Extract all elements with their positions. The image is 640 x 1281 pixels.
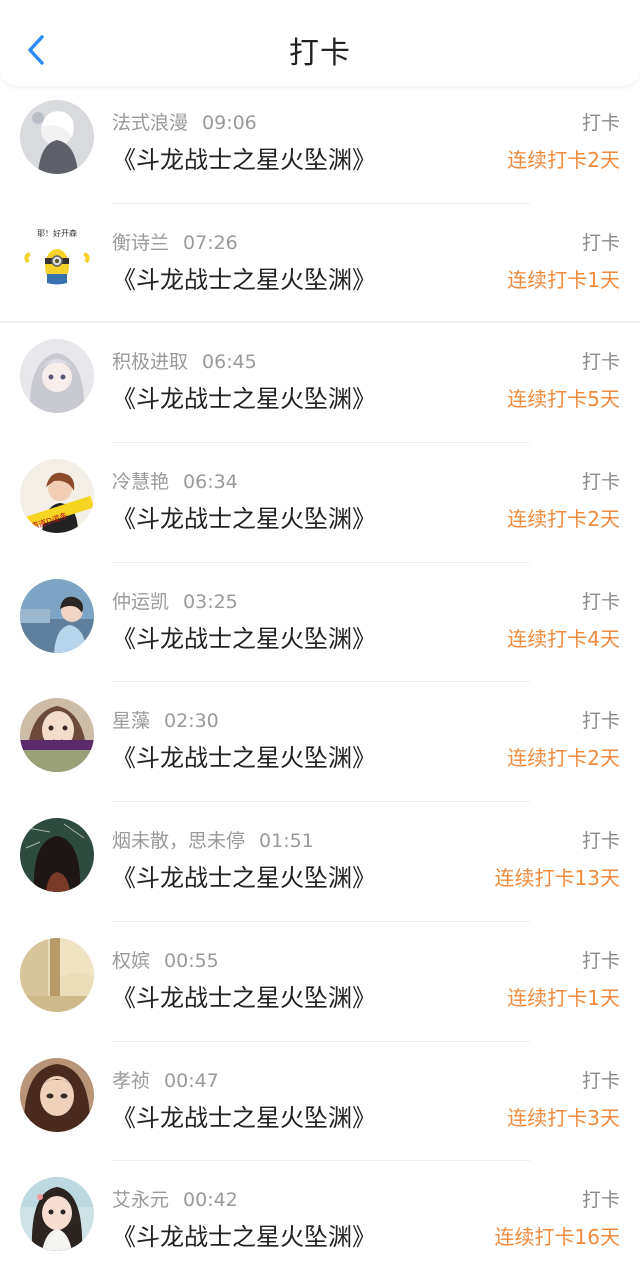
checkin-button[interactable]: 打卡 <box>582 467 620 494</box>
checkin-time: 01:51 <box>259 830 314 853</box>
user-name: 衡诗兰 <box>112 231 170 254</box>
user-name: 星藻 <box>112 710 151 733</box>
checkin-time: 00:47 <box>164 1069 219 1092</box>
user-name: 烟未散，思未停 <box>112 830 246 853</box>
user-meta: 法式浪漫 09:06 <box>112 108 257 135</box>
user-name: 法式浪漫 <box>112 112 189 134</box>
book-title: 《斗龙战士之星火坠渊》 <box>112 864 376 893</box>
avatar[interactable] <box>20 100 94 174</box>
list-item[interactable]: 烟未散，思未停 01:51 《斗龙战士之星火坠渊》 打卡 连续打卡13天 <box>0 802 640 922</box>
book-title: 《斗龙战士之星火坠渊》 <box>112 624 376 653</box>
avatar[interactable] <box>20 578 94 653</box>
book-title: 《斗龙战士之星火坠渊》 <box>112 983 376 1012</box>
user-name: 孝祯 <box>112 1069 151 1092</box>
user-meta: 孝祯 00:47 <box>112 1066 219 1093</box>
list-item[interactable]: 艾永元 00:42 《斗龙战士之星火坠渊》 打卡 连续打卡16天 <box>0 1161 640 1281</box>
avatar[interactable] <box>20 1177 94 1252</box>
book-title: 《斗龙战士之星火坠渊》 <box>112 1103 376 1132</box>
streak-label: 连续打卡1天 <box>507 267 620 292</box>
checkin-button[interactable]: 打卡 <box>582 347 620 374</box>
avatar[interactable]: 耶！好开森 <box>20 219 94 294</box>
page-title: 打卡 <box>289 36 351 71</box>
checkin-time: 09:06 <box>202 112 257 134</box>
top-nav-bar: 打卡 <box>0 0 640 86</box>
book-title: 《斗龙战士之星火坠渊》 <box>112 385 376 414</box>
list-item[interactable]: 权嫔 00:55 《斗龙战士之星火坠渊》 打卡 连续打卡1天 <box>0 922 640 1042</box>
checkin-button[interactable]: 打卡 <box>582 1066 620 1093</box>
checkin-button[interactable]: 打卡 <box>582 587 620 614</box>
list-item[interactable]: 积极进取 06:45 《斗龙战士之星火坠渊》 打卡 连续打卡5天 <box>0 323 640 444</box>
user-meta: 仲运凯 03:25 <box>112 587 238 614</box>
user-name: 权嫔 <box>112 949 151 972</box>
list-item[interactable]: 星藻 02:30 《斗龙战士之星火坠渊》 打卡 连续打卡2天 <box>0 682 640 803</box>
checkin-time: 06:45 <box>202 351 257 374</box>
checkin-button[interactable]: 打卡 <box>582 108 620 135</box>
user-meta: 权嫔 00:55 <box>112 946 219 973</box>
user-meta: 星藻 02:30 <box>112 706 219 733</box>
avatar[interactable] <box>20 937 94 1012</box>
user-meta: 积极进取 06:45 <box>112 347 257 374</box>
checkin-time: 06:34 <box>183 471 238 494</box>
avatar[interactable] <box>20 818 94 893</box>
streak-label: 连续打卡5天 <box>507 387 620 412</box>
streak-label: 连续打卡2天 <box>507 148 620 172</box>
checkin-time: 00:42 <box>183 1189 238 1212</box>
checkin-button[interactable]: 打卡 <box>582 1185 620 1212</box>
user-meta: 衡诗兰 07:26 <box>112 228 238 255</box>
user-meta: 烟未散，思未停 01:51 <box>112 826 314 853</box>
checkin-list: 法式浪漫 09:06 《斗龙战士之星火坠渊》 打卡 连续打卡2天 耶！好开森 衡诗… <box>0 84 640 1281</box>
user-name: 积极进取 <box>112 351 189 374</box>
list-item[interactable]: 法式浪漫 09:06 《斗龙战士之星火坠渊》 打卡 连续打卡2天 <box>0 84 640 204</box>
streak-label: 连续打卡16天 <box>494 1225 620 1250</box>
streak-label: 连续打卡1天 <box>507 985 620 1010</box>
checkin-time: 00:55 <box>164 949 219 972</box>
streak-label: 连续打卡3天 <box>507 1105 620 1130</box>
checkin-time: 03:25 <box>183 590 238 613</box>
avatar[interactable] <box>20 698 94 773</box>
streak-label: 连续打卡2天 <box>507 746 620 771</box>
avatar[interactable]: 霸道D道条 <box>20 459 94 534</box>
list-item[interactable]: 仲运凯 03:25 《斗龙战士之星火坠渊》 打卡 连续打卡4天 <box>0 563 640 683</box>
avatar[interactable] <box>20 1057 94 1132</box>
user-name: 艾永元 <box>112 1189 170 1212</box>
book-title: 《斗龙战士之星火坠渊》 <box>112 146 376 174</box>
user-name: 冷慧艳 <box>112 471 170 494</box>
streak-label: 连续打卡4天 <box>507 626 620 651</box>
streak-label: 连续打卡13天 <box>494 866 620 891</box>
user-name: 仲运凯 <box>112 590 170 613</box>
book-title: 《斗龙战士之星火坠渊》 <box>112 1223 376 1252</box>
checkin-button[interactable]: 打卡 <box>582 946 620 973</box>
list-item[interactable]: 耶！好开森 衡诗兰 07:26 《斗龙战士之星火坠渊》 打卡 连续打卡1天 <box>0 204 640 324</box>
list-item[interactable]: 霸道D道条 冷慧艳 06:34 《斗龙战士之星火坠渊》 打卡 连续打卡2天 <box>0 443 640 563</box>
checkin-button[interactable]: 打卡 <box>582 706 620 733</box>
book-title: 《斗龙战士之星火坠渊》 <box>112 744 376 773</box>
avatar-caption: 耶！好开森 <box>37 228 77 238</box>
book-title: 《斗龙战士之星火坠渊》 <box>112 505 376 534</box>
book-title: 《斗龙战士之星火坠渊》 <box>112 265 376 294</box>
avatar[interactable] <box>20 339 94 414</box>
checkin-button[interactable]: 打卡 <box>582 228 620 255</box>
user-meta: 艾永元 00:42 <box>112 1185 238 1212</box>
list-item[interactable]: 孝祯 00:47 《斗龙战士之星火坠渊》 打卡 连续打卡3天 <box>0 1042 640 1162</box>
streak-label: 连续打卡2天 <box>507 507 620 532</box>
user-meta: 冷慧艳 06:34 <box>112 467 238 494</box>
checkin-time: 02:30 <box>164 710 219 733</box>
checkin-time: 07:26 <box>183 231 238 254</box>
checkin-button[interactable]: 打卡 <box>582 826 620 853</box>
